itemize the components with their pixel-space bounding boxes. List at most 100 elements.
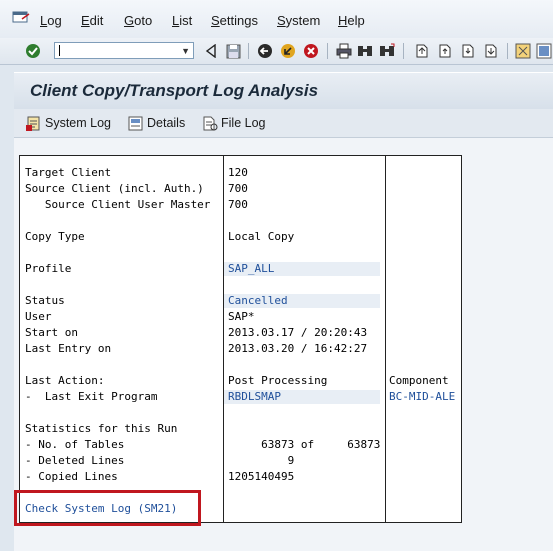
details-label: Details: [147, 116, 186, 130]
system-log-button[interactable]: System Log: [26, 114, 111, 132]
report-extra[interactable]: BC-MID-ALE: [389, 389, 455, 405]
report-value: 2013.03.20 / 16:42:27: [228, 342, 368, 355]
menu-bar: Log Edit Goto List Settings System Help: [0, 0, 553, 39]
menu-item-mnemonic: H: [338, 13, 348, 28]
report-value: Local Copy: [228, 230, 295, 243]
command-field[interactable]: ▼: [54, 42, 194, 59]
report-value: 120: [228, 166, 248, 179]
details-button[interactable]: Details: [128, 114, 185, 132]
back-green-icon[interactable]: [256, 42, 274, 60]
previous-page-icon[interactable]: [436, 42, 454, 60]
report-row: [20, 357, 461, 373]
report-label: Copy Type: [25, 230, 85, 243]
system-log-icon: [26, 116, 40, 131]
standard-toolbar: ▼: [0, 38, 553, 65]
menu-item-label: dit: [89, 13, 104, 28]
cancel-icon[interactable]: [302, 42, 320, 60]
menu-item-mnemonic: E: [81, 13, 90, 28]
first-page-icon[interactable]: [413, 42, 431, 60]
report-row: Start on 2013.03.17 / 20:20:43: [20, 325, 461, 341]
toolbar-separator: [507, 43, 508, 59]
report-list: Target Client 120 Source Client (incl. Aut…: [19, 155, 462, 523]
highlight-box: [14, 490, 201, 526]
file-log-label: File Log: [221, 116, 266, 130]
report-row: User SAP*: [20, 309, 461, 325]
report-label: Start on: [25, 326, 78, 339]
title-bar: Client Copy/Transport Log Analysis: [14, 72, 553, 109]
menu-item-settings[interactable]: Settings: [211, 13, 258, 28]
report-row: Source Client (incl. Auth.) 700: [20, 181, 461, 197]
create-session-icon[interactable]: [514, 42, 532, 60]
report-row: Last Action: Post Processing Component: [20, 373, 461, 389]
menu-item-mnemonic: S: [277, 13, 286, 28]
menu-item-mnemonic: S: [211, 13, 220, 28]
menu-item-log[interactable]: Log: [40, 13, 62, 28]
report-row: - No. of Tables 63873 of 63873: [20, 437, 461, 453]
menu-item-mnemonic: G: [124, 13, 135, 28]
report-label: Status: [25, 294, 65, 307]
report-value: 9: [228, 454, 295, 467]
report-value: 700: [228, 182, 248, 195]
report-value[interactable]: SAP_ALL: [228, 261, 274, 277]
menu-item-list[interactable]: List: [172, 13, 192, 28]
report-label: Profile: [25, 262, 72, 275]
application-toolbar: System Log Details File Log: [14, 109, 553, 138]
report-label: - Copied Lines: [25, 470, 118, 483]
menu-item-label: elp: [347, 13, 365, 28]
toolbar-separator: [403, 43, 404, 59]
menu-item-label: oto: [134, 13, 153, 28]
back-icon[interactable]: [202, 42, 220, 60]
menu-item-label: ystem: [285, 13, 321, 28]
report-value[interactable]: Cancelled: [228, 293, 288, 309]
text-caret: [59, 45, 60, 56]
menu-item-edit[interactable]: Edit: [81, 13, 103, 28]
print-icon[interactable]: [335, 42, 353, 60]
report-row: Status Cancelled: [20, 293, 461, 309]
report-label: Statistics for this Run: [25, 422, 178, 435]
menu-item-label: ist: [179, 13, 193, 28]
menu-item-label: ettings: [219, 13, 258, 28]
toolbar-separator: [248, 43, 249, 59]
report-label: - Last Exit Program: [25, 390, 158, 403]
page-title: Client Copy/Transport Log Analysis: [30, 81, 319, 100]
report-label: Source Client User Master: [25, 198, 211, 211]
report-label: Last Action:: [25, 374, 105, 387]
exit-icon[interactable]: [279, 42, 297, 60]
report-label: - No. of Tables: [25, 438, 125, 451]
report-value: 63873 of 63873: [228, 438, 381, 451]
report-value: 2013.03.17 / 20:20:43: [228, 326, 368, 339]
report-row: [20, 213, 461, 229]
report-value: SAP*: [228, 310, 255, 323]
menu-item-system[interactable]: System: [277, 13, 320, 28]
file-log-button[interactable]: File Log: [202, 114, 265, 132]
menu-item-help[interactable]: Help: [338, 13, 365, 28]
find-next-icon[interactable]: [378, 42, 396, 60]
report-extra: Component: [389, 374, 449, 387]
system-log-label: System Log: [45, 116, 112, 130]
report-row: Last Entry on 2013.03.20 / 16:42:27: [20, 341, 461, 357]
report-row: Profile SAP_ALL: [20, 261, 461, 277]
menu-item-goto[interactable]: Goto: [124, 13, 152, 28]
help-icon[interactable]: [535, 42, 553, 60]
details-icon: [128, 116, 143, 130]
save-icon[interactable]: [224, 42, 242, 60]
report-label: - Deleted Lines: [25, 454, 125, 467]
report-value: 1205140495: [228, 470, 295, 483]
report-row: - Deleted Lines 9: [20, 453, 461, 469]
last-page-icon[interactable]: [482, 42, 500, 60]
enter-icon[interactable]: [24, 42, 42, 60]
next-page-icon[interactable]: [459, 42, 477, 60]
report-row: [20, 277, 461, 293]
report-row: Target Client 120: [20, 165, 461, 181]
find-icon[interactable]: [356, 42, 374, 60]
report-label: User: [25, 310, 52, 323]
menu-window-icon[interactable]: [12, 10, 30, 24]
chevron-down-icon[interactable]: ▼: [181, 46, 190, 56]
toolbar-separator: [327, 43, 328, 59]
report-value[interactable]: RBDLSMAP: [228, 389, 281, 405]
menu-item-label: og: [47, 13, 62, 28]
report-row: - Last Exit Program RBDLSMAP BC-MID-ALE: [20, 389, 461, 405]
report-row: [20, 405, 461, 421]
report-value: Post Processing: [228, 374, 328, 387]
report-label: Target Client: [25, 166, 112, 179]
